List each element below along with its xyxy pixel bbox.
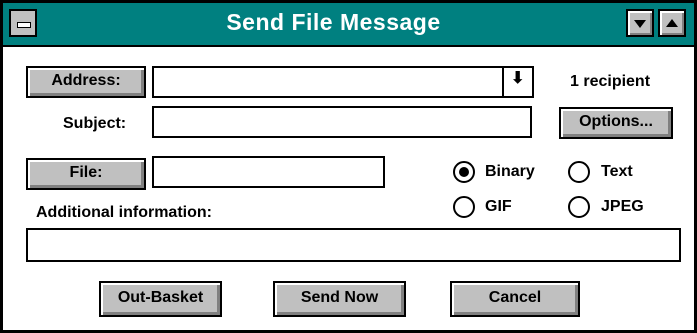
- title-bar: Send File Message: [3, 3, 694, 47]
- maximize-button[interactable]: [658, 9, 686, 37]
- gif-label[interactable]: GIF: [485, 198, 512, 216]
- text-label[interactable]: Text: [601, 163, 633, 181]
- address-dropdown-button[interactable]: ⬇: [502, 68, 532, 96]
- address-combobox[interactable]: ⬇: [152, 66, 534, 98]
- text-radio[interactable]: [568, 161, 590, 183]
- minimize-button[interactable]: [626, 9, 654, 37]
- gif-radio[interactable]: [453, 196, 475, 218]
- system-menu-button[interactable]: [9, 9, 37, 37]
- jpeg-label[interactable]: JPEG: [601, 198, 644, 216]
- recipient-count: 1 recipient: [570, 73, 651, 90]
- out-basket-label: Out-Basket: [117, 289, 204, 306]
- additional-info-label: Additional information:: [36, 204, 212, 221]
- options-button[interactable]: Options...: [559, 107, 673, 139]
- out-basket-button[interactable]: Out-Basket: [99, 281, 222, 317]
- subject-label: Subject:: [63, 115, 127, 132]
- window-title: Send File Message: [226, 9, 441, 35]
- send-now-button[interactable]: Send Now: [273, 281, 406, 317]
- address-button-label: Address:: [51, 72, 121, 89]
- send-now-label: Send Now: [300, 289, 379, 306]
- jpeg-radio[interactable]: [568, 196, 590, 218]
- file-button[interactable]: File:: [26, 158, 146, 190]
- system-menu-icon: [17, 22, 31, 28]
- down-arrow-icon: ⬇: [511, 70, 525, 87]
- binary-radio[interactable]: [453, 161, 475, 183]
- address-button[interactable]: Address:: [26, 66, 146, 98]
- maximize-icon: [666, 19, 678, 27]
- send-file-message-dialog: Send File Message Address: ⬇ 1 recipient…: [0, 0, 697, 333]
- cancel-label: Cancel: [488, 289, 542, 306]
- file-button-label: File:: [69, 164, 103, 181]
- file-input[interactable]: [152, 156, 385, 188]
- additional-info-input[interactable]: [26, 228, 681, 262]
- options-button-label: Options...: [579, 113, 653, 130]
- subject-input[interactable]: [152, 106, 532, 138]
- binary-label[interactable]: Binary: [485, 163, 535, 181]
- cancel-button[interactable]: Cancel: [450, 281, 580, 317]
- minimize-icon: [634, 20, 646, 28]
